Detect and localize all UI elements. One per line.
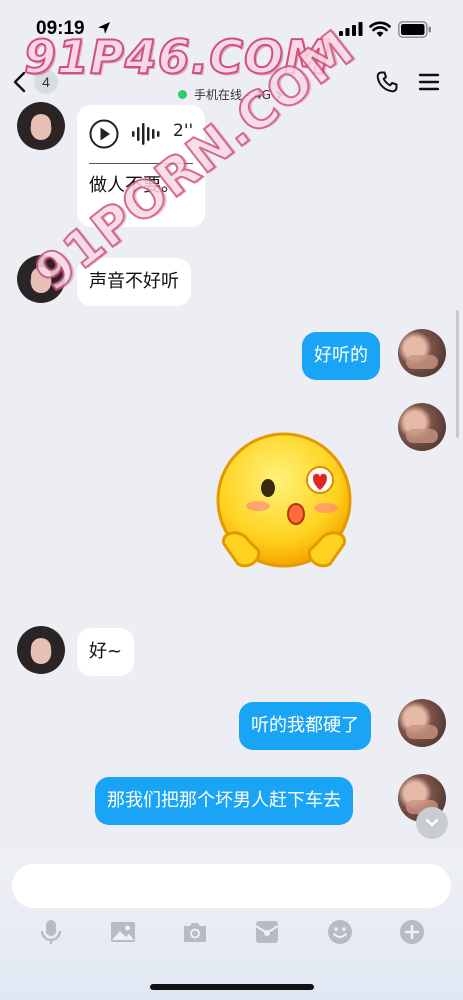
wifi-icon [369, 21, 391, 37]
play-icon[interactable] [89, 119, 119, 149]
online-status[interactable]: 手机在线 - 4G [178, 86, 283, 103]
clock: 09:19 [36, 18, 85, 39]
contact-avatar[interactable] [17, 255, 65, 303]
status-bar: 09:19 [0, 0, 463, 58]
voice-divider [89, 163, 193, 164]
outgoing-message[interactable]: 好听的 [302, 332, 380, 380]
scrollbar[interactable] [456, 310, 459, 438]
incoming-message[interactable]: 声音不好听 [77, 258, 191, 306]
message-input[interactable] [12, 864, 451, 908]
back-button[interactable]: 4 [12, 66, 82, 98]
my-avatar[interactable] [398, 699, 446, 747]
audio-waveform-icon [132, 123, 160, 145]
outgoing-message[interactable]: 听的我都硬了 [239, 702, 371, 750]
chevron-right-icon [276, 89, 282, 100]
my-avatar[interactable] [398, 403, 446, 451]
red-packet-icon[interactable] [253, 918, 281, 946]
contact-avatar[interactable] [17, 626, 65, 674]
my-avatar[interactable] [398, 329, 446, 377]
plus-icon[interactable] [398, 918, 426, 946]
outgoing-message[interactable]: 那我们把那个坏男人赶下车去 [95, 777, 353, 825]
image-icon[interactable] [109, 918, 137, 946]
camera-icon[interactable] [181, 918, 209, 946]
chevron-down-icon [425, 818, 439, 827]
voice-transcript: 做人不要。 [89, 175, 179, 196]
cellular-signal-icon [339, 22, 363, 36]
online-status-text: 手机在线 - 4G [194, 88, 271, 102]
chevron-left-icon [13, 71, 26, 93]
input-panel [0, 853, 463, 1000]
chat-header: 4 手机在线 - 4G [0, 58, 463, 112]
menu-icon[interactable] [417, 70, 441, 94]
shy-emoji-sticker[interactable] [214, 432, 354, 577]
online-dot-icon [178, 90, 187, 99]
voice-message[interactable]: 2'' 做人不要。 [77, 105, 205, 227]
emoji-icon[interactable] [326, 918, 354, 946]
contact-avatar[interactable] [17, 102, 65, 150]
home-indicator[interactable] [150, 984, 314, 990]
phone-call-icon[interactable] [375, 70, 399, 94]
mic-icon[interactable] [37, 918, 65, 946]
unread-count-badge: 4 [34, 70, 58, 94]
location-arrow-icon [98, 22, 110, 34]
voice-duration: 2'' [173, 121, 194, 141]
chevron-up-icon[interactable] [136, 207, 148, 215]
battery-icon [398, 21, 431, 38]
incoming-message[interactable]: 好~ [77, 628, 135, 676]
chat-screen: 09:19 4 手机在线 - 4G 2'' 做人不要。 声音不好听 好听的 好~… [0, 0, 463, 1000]
scroll-to-bottom-button[interactable] [416, 807, 448, 839]
